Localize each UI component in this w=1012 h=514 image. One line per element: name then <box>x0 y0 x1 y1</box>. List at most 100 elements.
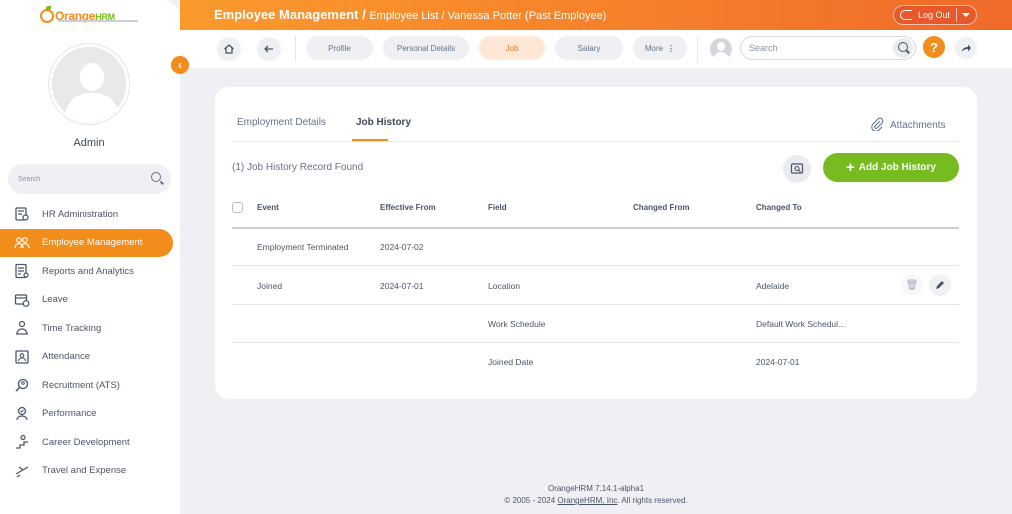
sidebar-item-label: Time Tracking <box>42 322 102 334</box>
attachments-button[interactable]: Attachments <box>870 117 946 134</box>
hr-admin-icon <box>14 206 30 222</box>
sidebar-item-label: Leave <box>42 294 68 306</box>
breadcrumb-employee-name: / Vanessa Potter (Past Employee) <box>438 10 607 22</box>
sidebar-item-hr-administration[interactable]: HR Administration <box>0 200 180 229</box>
column-header-effective-from[interactable]: Effective From <box>380 203 436 212</box>
sidebar-item-travel[interactable]: Travel and Expense <box>0 457 180 486</box>
trash-icon: 🗑 <box>905 279 919 291</box>
job-history-card: Employment Details Job History Attachmen… <box>215 87 977 399</box>
row1-field: Location <box>488 281 521 291</box>
tab-employment-details[interactable]: Employment Details <box>237 117 326 128</box>
tab-job[interactable]: Job <box>479 36 545 60</box>
tab-job-history[interactable]: Job History <box>356 117 411 128</box>
sidebar-item-label: Attendance <box>42 351 91 363</box>
sidebar-item-leave[interactable]: Leave <box>0 286 180 315</box>
logo-o-icon <box>40 6 54 23</box>
employee-toolbar: Profile Personal Details Job Salary More… <box>180 30 1012 68</box>
copyright-suffix: . All rights reserved. <box>617 496 688 505</box>
user-avatar[interactable] <box>49 44 129 124</box>
delete-button[interactable]: 🗑 <box>901 274 923 296</box>
sidebar-item-career-development[interactable]: Career Development <box>0 428 180 457</box>
sidebar-item-label: Recruitment (ATS) <box>42 379 120 391</box>
search-placeholder: Search <box>749 43 778 53</box>
records-found-text: (1) Job History Record Found <box>232 162 364 173</box>
column-header-field[interactable]: Field <box>488 203 507 212</box>
search-icon[interactable] <box>893 38 913 58</box>
attendance-icon <box>14 349 30 365</box>
divider <box>232 141 959 142</box>
search-icon[interactable] <box>151 172 161 182</box>
tab-salary[interactable]: Salary <box>555 36 623 60</box>
performance-icon <box>14 406 30 422</box>
top-header: Employee Management / Employee List / Va… <box>180 0 1012 30</box>
sidebar-collapse-button[interactable]: ‹ <box>171 56 189 74</box>
sidebar-item-label: Travel and Expense <box>42 465 127 477</box>
sidebar-search-input[interactable]: Search <box>8 164 171 194</box>
more-vertical-icon: ⋮ <box>667 43 676 53</box>
share-icon <box>961 44 971 52</box>
sidebar: OrangeHRM Admin Search HR Administration… <box>0 0 180 514</box>
row0-event: Employment Terminated <box>257 242 349 252</box>
edit-button[interactable] <box>929 274 951 296</box>
column-header-changed-to[interactable]: Changed To <box>756 203 802 212</box>
row0-effective-from: 2024-07-02 <box>380 242 424 252</box>
sidebar-menu: HR Administration Employee Management Re… <box>0 200 180 485</box>
add-job-history-label: Add Job History <box>858 162 936 173</box>
tab-profile[interactable]: Profile <box>306 36 373 60</box>
employee-avatar[interactable] <box>710 38 732 60</box>
tab-more-label: More <box>644 43 664 53</box>
sidebar-item-employee-management[interactable]: Employee Management <box>0 228 173 257</box>
row1-event: Joined <box>257 281 283 291</box>
filter-button[interactable] <box>783 155 811 183</box>
row3-changed-to: 2024-07-01 <box>756 357 800 367</box>
attachments-label: Attachments <box>890 120 946 131</box>
copyright-prefix: © 2005 - 2024 <box>504 496 558 505</box>
career-icon <box>14 434 30 450</box>
chevron-down-icon[interactable] <box>962 13 970 17</box>
home-button[interactable] <box>217 37 241 61</box>
page-title: Employee Management / Employee List / Va… <box>214 7 606 22</box>
row3-field: Joined Date <box>488 357 534 367</box>
footer-version: OrangeHRM 7.14.1-alpha1 <box>547 484 645 493</box>
travel-icon <box>14 463 30 479</box>
employee-mgmt-icon <box>14 235 30 251</box>
add-job-history-button[interactable]: + Add Job History <box>823 153 959 182</box>
sidebar-item-attendance[interactable]: Attendance <box>0 343 180 372</box>
select-all-checkbox[interactable] <box>232 202 243 213</box>
back-button[interactable] <box>257 37 281 61</box>
row2-changed-to: Default Work Schedul... <box>756 319 846 329</box>
company-link[interactable]: OrangeHRM, Inc <box>557 496 617 505</box>
sidebar-item-label: Employee Management <box>42 237 143 249</box>
plus-icon: + <box>846 159 855 176</box>
time-icon <box>14 320 30 336</box>
sidebar-item-label: Performance <box>42 408 97 420</box>
reports-icon <box>14 263 30 279</box>
orangehrm-logo[interactable]: OrangeHRM <box>40 6 115 26</box>
employee-search-input[interactable]: Search <box>740 36 916 60</box>
row2-field: Work Schedule <box>488 319 546 329</box>
sidebar-item-recruitment[interactable]: Recruitment (ATS) <box>0 371 180 400</box>
sidebar-item-time-tracking[interactable]: Time Tracking <box>0 314 180 343</box>
filter-icon <box>790 163 804 174</box>
recruitment-icon <box>14 377 30 393</box>
chevron-left-icon: ‹ <box>178 58 182 72</box>
breadcrumb-employee-list[interactable]: Employee List <box>369 10 438 22</box>
help-icon: ? <box>930 39 938 55</box>
row1-effective-from: 2024-07-01 <box>380 281 424 291</box>
tab-personal-details[interactable]: Personal Details <box>383 36 469 60</box>
home-icon <box>224 44 234 54</box>
column-header-event[interactable]: Event <box>257 203 279 212</box>
help-button[interactable]: ? <box>923 36 945 58</box>
pencil-icon <box>936 281 944 289</box>
share-button[interactable] <box>955 37 977 59</box>
sidebar-item-label: Career Development <box>42 436 130 448</box>
tab-more[interactable]: More ⋮ <box>633 36 687 60</box>
footer-copyright: © 2005 - 2024 OrangeHRM, Inc. All rights… <box>180 496 1012 505</box>
logout-icon <box>900 10 912 20</box>
logout-button[interactable]: Log Out <box>893 5 977 25</box>
column-header-changed-from[interactable]: Changed From <box>633 203 689 212</box>
arrow-left-icon <box>264 45 273 53</box>
sidebar-item-reports[interactable]: Reports and Analytics <box>0 257 180 286</box>
user-name: Admin <box>73 137 105 149</box>
sidebar-item-performance[interactable]: Performance <box>0 400 180 429</box>
